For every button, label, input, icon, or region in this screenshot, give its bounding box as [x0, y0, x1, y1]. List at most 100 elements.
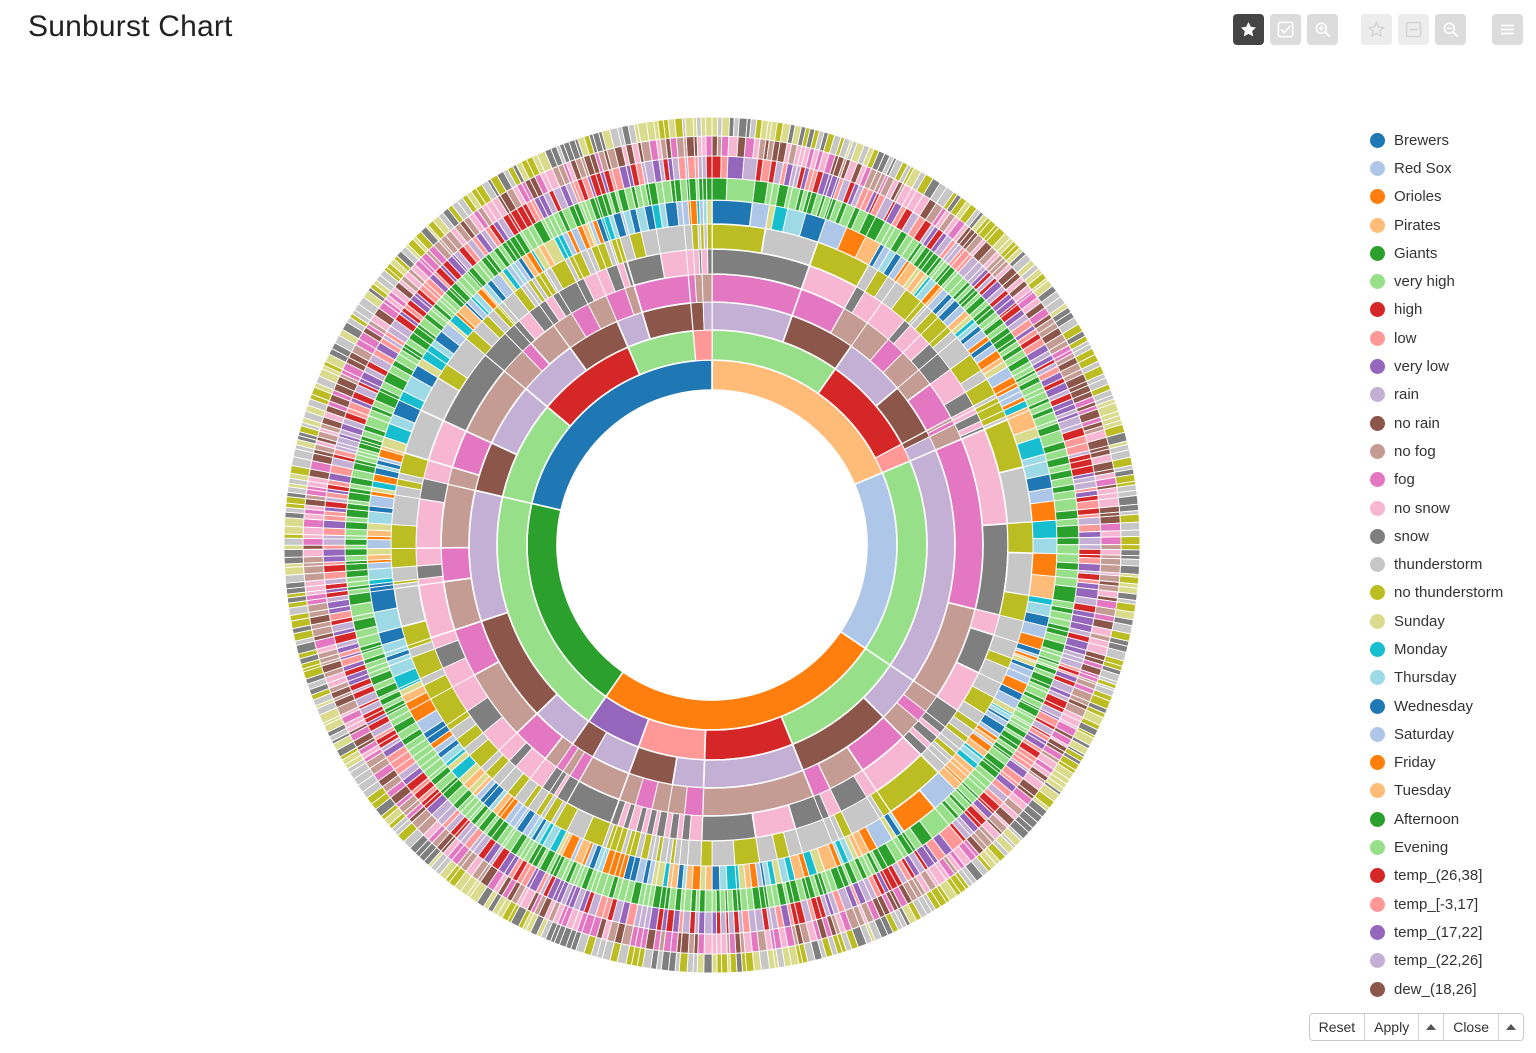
- sunburst-segment-dew[interactable]: [703, 933, 713, 955]
- favorite-star-button[interactable]: [1233, 14, 1264, 45]
- sunburst-segment-dew[interactable]: [1100, 530, 1122, 538]
- sunburst-segment-day[interactable]: [711, 865, 721, 891]
- sunburst-segment-thunderstorm[interactable]: [1006, 521, 1034, 554]
- sunburst-segment-time_of_day[interactable]: [706, 177, 713, 201]
- chart-legend[interactable]: Brewers Red Sox Orioles Pirates Giants very h…: [1370, 126, 1536, 1001]
- sunburst-segment-dew[interactable]: [685, 135, 696, 158]
- sunburst-segment-snow[interactable]: [416, 563, 444, 580]
- legend-item[interactable]: temp_(26,38]: [1370, 862, 1536, 890]
- sunburst-segment-dew[interactable]: [711, 933, 718, 955]
- sunburst-chart[interactable]: [0, 62, 1330, 1002]
- legend-item[interactable]: Tuesday: [1370, 777, 1536, 805]
- sunburst-segment-leaf[interactable]: [283, 525, 304, 535]
- legend-item[interactable]: no thunderstorm: [1370, 579, 1536, 607]
- legend-item[interactable]: temp_[-3,17]: [1370, 890, 1536, 918]
- sunburst-segment-humidity[interactable]: [692, 329, 713, 362]
- legend-item[interactable]: rain: [1370, 381, 1536, 409]
- sunburst-segment-temp[interactable]: [726, 155, 745, 180]
- sunburst-segment-dew[interactable]: [716, 933, 722, 955]
- sunburst-segment-leaf[interactable]: [283, 556, 304, 565]
- sunburst-segment-temp[interactable]: [1077, 523, 1102, 533]
- sunburst-segment-day[interactable]: [1031, 552, 1058, 578]
- sunburst-segment-temp[interactable]: [1078, 530, 1102, 539]
- sunburst-segment-dew[interactable]: [705, 135, 713, 157]
- sunburst-segment-fog[interactable]: [440, 546, 473, 583]
- sunburst-chart-area[interactable]: [0, 62, 1330, 1002]
- sunburst-segment-day[interactable]: [704, 865, 713, 891]
- legend-item[interactable]: fog: [1370, 466, 1536, 494]
- sunburst-segment-temp[interactable]: [704, 911, 713, 935]
- sunburst-segment-dew[interactable]: [1099, 522, 1122, 532]
- sunburst-segment-leaf[interactable]: [283, 548, 304, 558]
- sunburst-segment-time_of_day[interactable]: [704, 889, 713, 913]
- sunburst-segment-leaf[interactable]: [711, 953, 718, 974]
- sunburst-segment-day[interactable]: [369, 588, 398, 613]
- sunburst-segment-thunderstorm[interactable]: [1003, 551, 1034, 597]
- close-options-button[interactable]: [1499, 1014, 1523, 1040]
- sunburst-segment-fog[interactable]: [683, 786, 704, 817]
- sunburst-segment-thunderstorm[interactable]: [706, 223, 713, 250]
- sunburst-segment-leaf[interactable]: [1120, 536, 1141, 546]
- sunburst-segment-temp[interactable]: [719, 911, 727, 935]
- sunburst-segment-leaf[interactable]: [721, 116, 731, 137]
- close-button[interactable]: Close: [1444, 1014, 1499, 1040]
- apply-options-button[interactable]: [1419, 1014, 1445, 1040]
- legend-item[interactable]: thunderstorm: [1370, 550, 1536, 578]
- sunburst-segment-thunderstorm[interactable]: [711, 223, 767, 255]
- sunburst-segment-dew[interactable]: [302, 526, 324, 536]
- sunburst-segment-dew[interactable]: [302, 555, 324, 564]
- legend-item[interactable]: temp_(17,22]: [1370, 918, 1536, 946]
- sunburst-segment-temp[interactable]: [715, 911, 722, 935]
- sunburst-segment-thunderstorm[interactable]: [711, 839, 736, 867]
- sunburst-segment-dew[interactable]: [1100, 544, 1122, 551]
- legend-item[interactable]: Afternoon: [1370, 805, 1536, 833]
- sunburst-segment-leaf[interactable]: [684, 116, 695, 138]
- sunburst-segment-leaf[interactable]: [1120, 544, 1141, 551]
- sunburst-segment-leaf[interactable]: [1120, 549, 1141, 557]
- sunburst-segment-day[interactable]: [1029, 500, 1057, 523]
- bottom-toolbar[interactable]: Reset Apply Close: [1308, 1013, 1524, 1041]
- sunburst-segment-time_of_day[interactable]: [711, 889, 717, 913]
- legend-item[interactable]: snow: [1370, 522, 1536, 550]
- sunburst-segment-day[interactable]: [706, 199, 713, 225]
- legend-item[interactable]: Orioles: [1370, 183, 1536, 211]
- legend-item[interactable]: Red Sox: [1370, 154, 1536, 182]
- legend-item[interactable]: Wednesday: [1370, 692, 1536, 720]
- sunburst-segment-thunderstorm[interactable]: [655, 224, 687, 255]
- sunburst-segment-thunderstorm[interactable]: [732, 837, 761, 866]
- legend-item[interactable]: very low: [1370, 352, 1536, 380]
- sunburst-segment-leaf[interactable]: [700, 116, 707, 137]
- sunburst-segment-dew[interactable]: [720, 933, 728, 955]
- legend-item[interactable]: Saturday: [1370, 720, 1536, 748]
- legend-item[interactable]: Pirates: [1370, 211, 1536, 239]
- sunburst-segment-time_of_day[interactable]: [1056, 553, 1080, 564]
- sunburst-segment-thunderstorm[interactable]: [686, 839, 703, 867]
- sunburst-segment-leaf[interactable]: [703, 953, 713, 974]
- sunburst-segment-leaf[interactable]: [1120, 529, 1141, 538]
- sunburst-segment-leaf[interactable]: [283, 544, 304, 550]
- sunburst-segment-leaf[interactable]: [283, 537, 304, 546]
- sunburst-segment-dew[interactable]: [1100, 536, 1122, 546]
- sunburst-segment-leaf[interactable]: [720, 953, 729, 974]
- sunburst-segment-time_of_day[interactable]: [1056, 537, 1080, 546]
- legend-item[interactable]: high: [1370, 296, 1536, 324]
- sunburst-segment-time_of_day[interactable]: [1056, 524, 1080, 539]
- legend-item[interactable]: Giants: [1370, 239, 1536, 267]
- sunburst-segment-temp[interactable]: [1078, 544, 1102, 550]
- legend-item[interactable]: temp_(22,26]: [1370, 947, 1536, 975]
- sunburst-segment-leaf[interactable]: [711, 116, 719, 137]
- sunburst-segment-day[interactable]: [1032, 537, 1058, 555]
- sunburst-segment-day[interactable]: [725, 864, 738, 891]
- menu-button[interactable]: [1492, 14, 1523, 45]
- sunburst-segment-snow[interactable]: [707, 248, 713, 275]
- sunburst-segment-thunderstorm[interactable]: [391, 494, 421, 527]
- sunburst-segment-time_of_day[interactable]: [344, 538, 368, 546]
- sunburst-segment-snow[interactable]: [700, 248, 709, 275]
- legend-item[interactable]: no fog: [1370, 437, 1536, 465]
- legend-item[interactable]: no rain: [1370, 409, 1536, 437]
- sunburst-segment-leaf[interactable]: [696, 953, 705, 974]
- sunburst-segment-thunderstorm[interactable]: [390, 547, 418, 569]
- sunburst-segment-day[interactable]: [1031, 519, 1058, 540]
- legend-item[interactable]: very high: [1370, 267, 1536, 295]
- sunburst-segment-rain[interactable]: [702, 301, 713, 331]
